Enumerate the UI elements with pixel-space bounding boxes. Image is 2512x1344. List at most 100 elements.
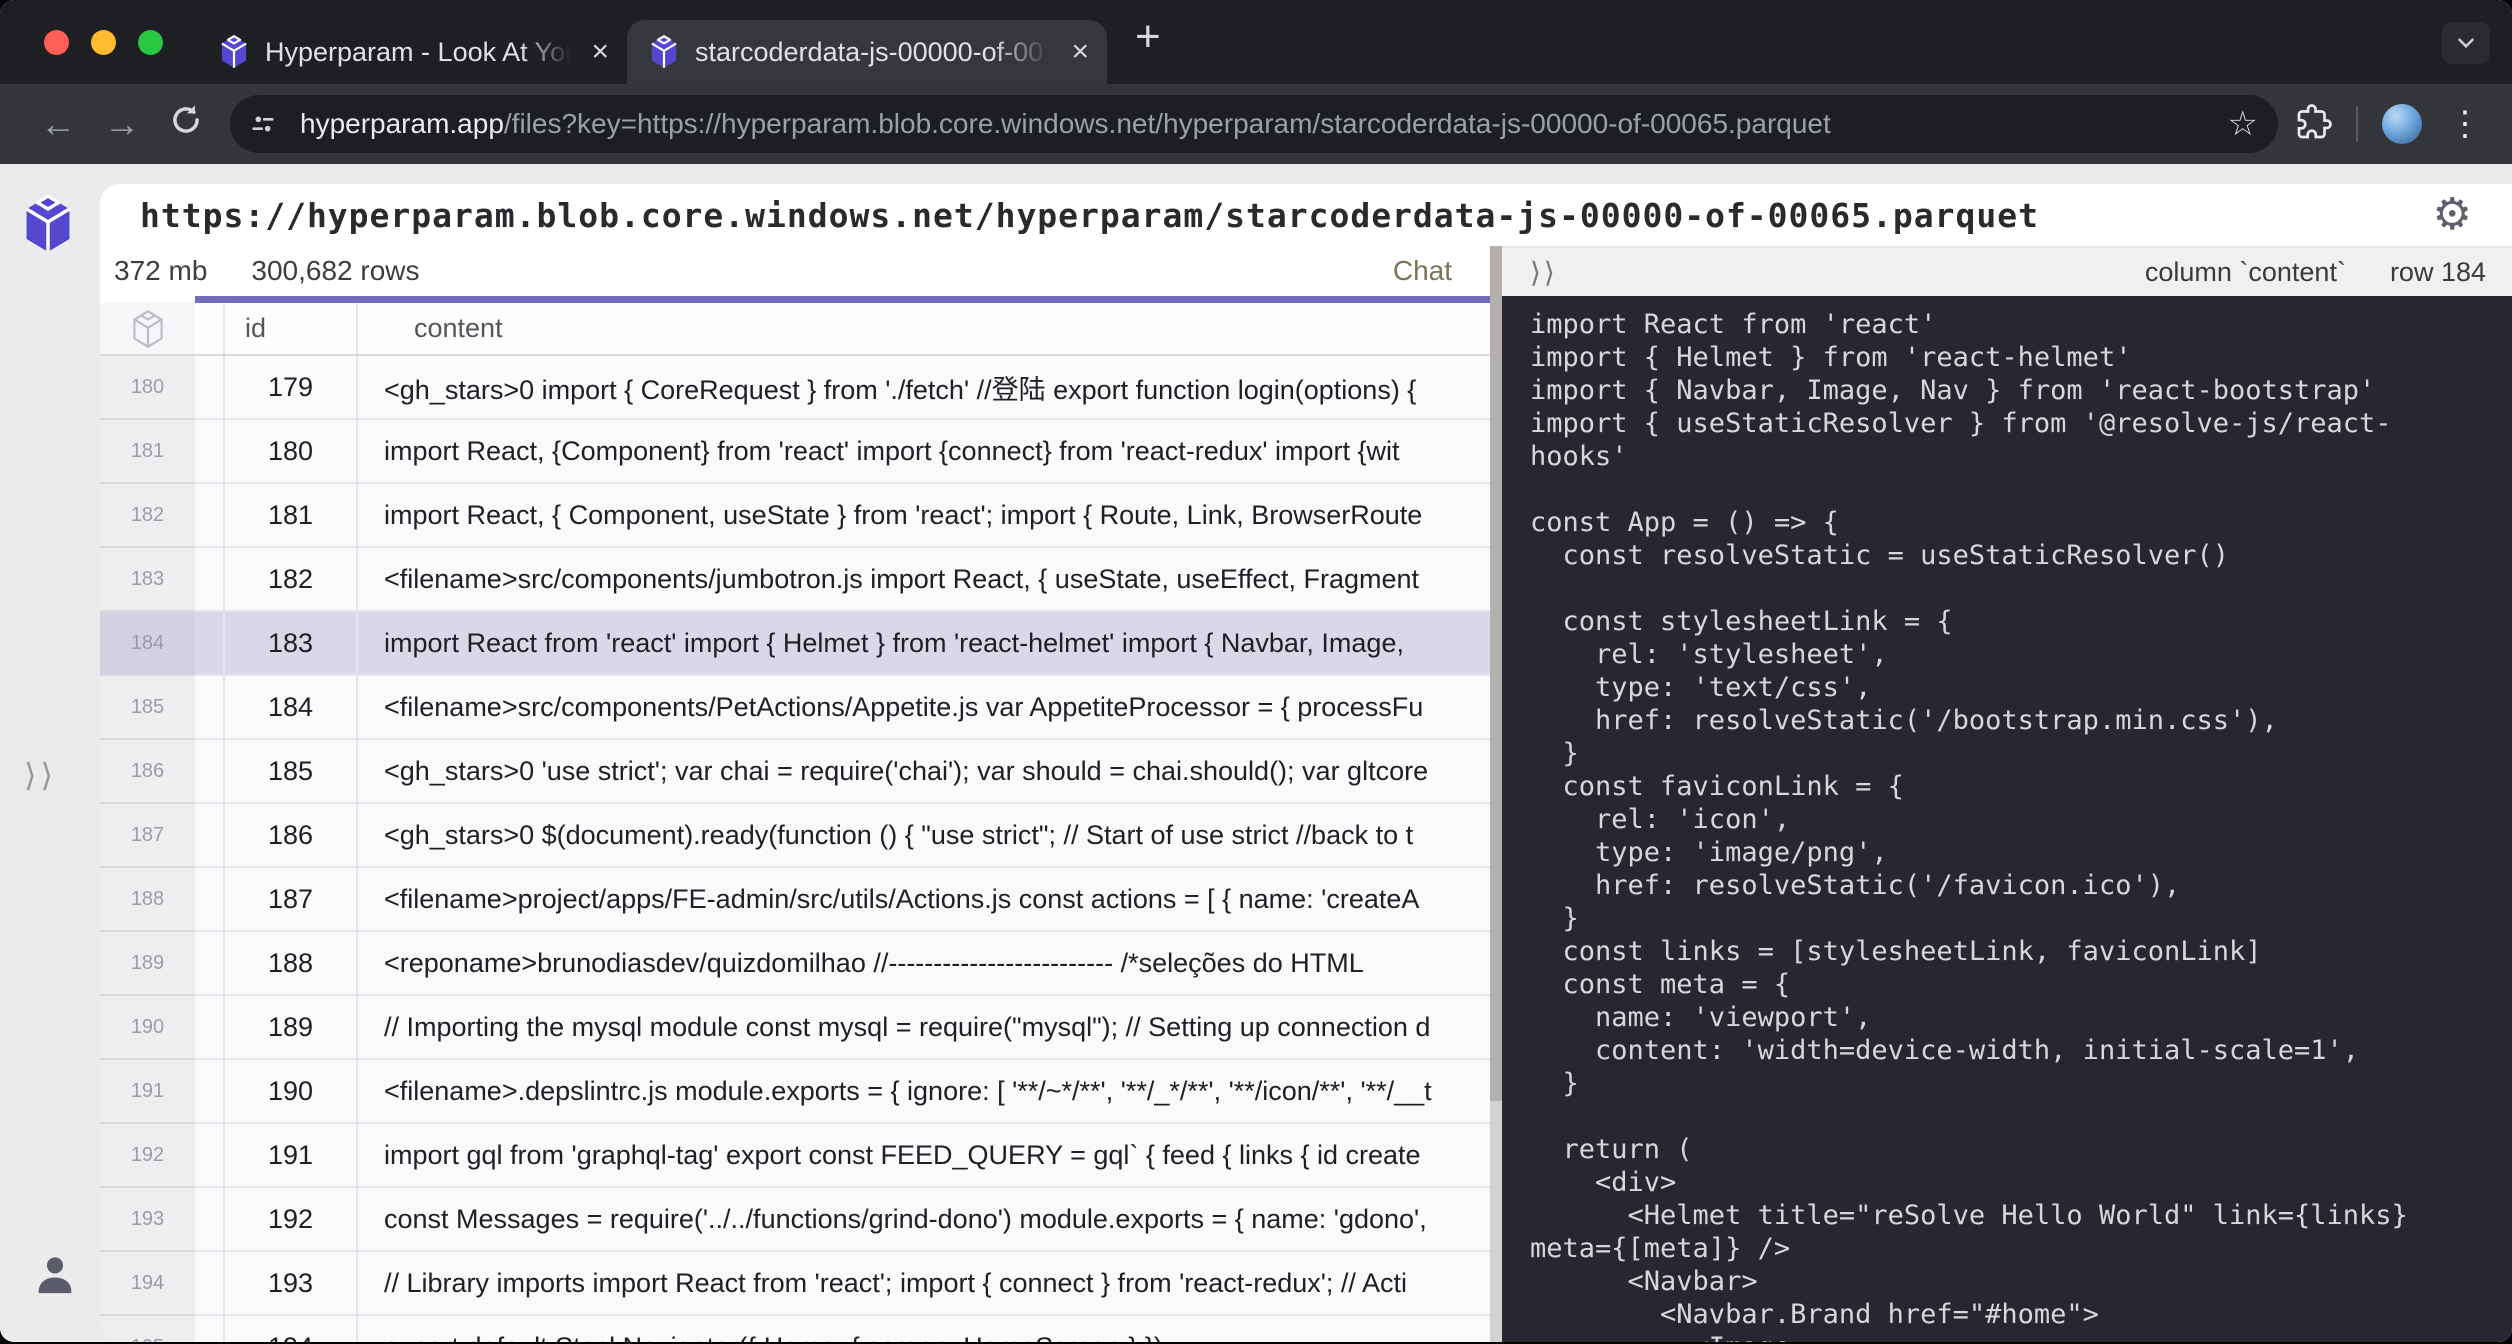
table-row[interactable]: 193 192 const Messages = require('../../… <box>100 1188 1490 1252</box>
cell-content[interactable]: import React, { Component, useState } fr… <box>358 484 1490 548</box>
user-icon[interactable] <box>32 1249 78 1304</box>
detail-row-label: row 184 <box>2390 257 2486 288</box>
cell-detail-panel: ⟩⟩ column `content` row 184 import React… <box>1502 246 2512 1342</box>
cell-id[interactable]: 182 <box>225 548 358 612</box>
row-number[interactable]: 185 <box>100 676 195 740</box>
cell-id[interactable]: 184 <box>225 676 358 740</box>
tab-search-button[interactable] <box>2442 22 2490 64</box>
table-row[interactable]: 194 193 // Library imports import React … <box>100 1252 1490 1316</box>
tab-hyperparam[interactable]: Hyperparam - Look At Your Da × <box>197 20 627 84</box>
row-number[interactable]: 180 <box>100 356 195 420</box>
row-number[interactable]: 190 <box>100 996 195 1060</box>
tab-starcoderdata[interactable]: starcoderdata-js-00000-of-00 × <box>627 20 1107 84</box>
cell-id[interactable]: 186 <box>225 804 358 868</box>
cell-content[interactable]: <gh_stars>0 import { CoreRequest } from … <box>358 356 1490 420</box>
table-row[interactable]: 191 190 <filename>.depslintrc.js module.… <box>100 1060 1490 1124</box>
cell-id[interactable]: 191 <box>225 1124 358 1188</box>
table-row[interactable]: 183 182 <filename>src/components/jumbotr… <box>100 548 1490 612</box>
cell-content[interactable]: <filename>.depslintrc.js module.exports … <box>358 1060 1490 1124</box>
row-number[interactable]: 192 <box>100 1124 195 1188</box>
gear-icon[interactable]: ⚙ <box>2433 193 2472 237</box>
table-row[interactable]: 185 184 <filename>src/components/PetActi… <box>100 676 1490 740</box>
row-number[interactable]: 193 <box>100 1188 195 1252</box>
row-number[interactable]: 188 <box>100 868 195 932</box>
omnibox[interactable]: hyperparam.app/files?key=https://hyperpa… <box>230 95 2278 153</box>
bookmark-star-icon[interactable]: ☆ <box>2228 104 2258 144</box>
cell-id[interactable]: 188 <box>225 932 358 996</box>
cell-id[interactable]: 179 <box>225 356 358 420</box>
back-button[interactable]: ← <box>30 103 86 145</box>
table-row[interactable]: 195 194 export default StackNavigator({ … <box>100 1316 1490 1342</box>
site-settings-icon[interactable] <box>240 101 286 147</box>
table-body: 180 179 <gh_stars>0 import { CoreRequest… <box>100 356 1490 1342</box>
reload-button[interactable] <box>158 101 214 148</box>
close-tab-icon[interactable]: × <box>591 35 609 69</box>
chat-button[interactable]: Chat <box>1393 255 1490 287</box>
cell-code-text: import React from 'react' import { Helme… <box>1502 296 2512 1342</box>
row-number[interactable]: 182 <box>100 484 195 548</box>
column-header-content[interactable]: content <box>358 303 1490 354</box>
row-spacer-cell <box>195 1188 225 1252</box>
table-row[interactable]: 180 179 <gh_stars>0 import { CoreRequest… <box>100 356 1490 420</box>
close-tab-icon[interactable]: × <box>1071 35 1089 69</box>
cell-id[interactable]: 187 <box>225 868 358 932</box>
row-count-label: 300,682 rows <box>251 255 419 287</box>
cell-content-viewer[interactable]: import React from 'react' import { Helme… <box>1502 296 2512 1342</box>
table-row[interactable]: 187 186 <gh_stars>0 $(document).ready(fu… <box>100 804 1490 868</box>
column-header-id[interactable]: id <box>225 303 358 354</box>
cell-content[interactable]: export default StackNavigator({ Home: { … <box>358 1316 1490 1342</box>
table-row[interactable]: 182 181 import React, { Component, useSt… <box>100 484 1490 548</box>
table-row[interactable]: 192 191 import gql from 'graphql-tag' ex… <box>100 1124 1490 1188</box>
cell-id[interactable]: 180 <box>225 420 358 484</box>
cell-content[interactable]: <gh_stars>0 'use strict'; var chai = req… <box>358 740 1490 804</box>
cell-id[interactable]: 192 <box>225 1188 358 1252</box>
cell-content[interactable]: import React from 'react' import { Helme… <box>358 612 1490 676</box>
table-row[interactable]: 188 187 <filename>project/apps/FE-admin/… <box>100 868 1490 932</box>
row-number[interactable]: 186 <box>100 740 195 804</box>
cell-id[interactable]: 193 <box>225 1252 358 1316</box>
cell-content[interactable]: // Importing the mysql module const mysq… <box>358 996 1490 1060</box>
cell-content[interactable]: import gql from 'graphql-tag' export con… <box>358 1124 1490 1188</box>
table-row[interactable]: 189 188 <reponame>brunodiasdev/quizdomil… <box>100 932 1490 996</box>
row-number[interactable]: 189 <box>100 932 195 996</box>
row-number[interactable]: 187 <box>100 804 195 868</box>
hyperparam-logo[interactable] <box>22 194 74 254</box>
row-number[interactable]: 181 <box>100 420 195 484</box>
cell-content[interactable]: import React, {Component} from 'react' i… <box>358 420 1490 484</box>
cell-id[interactable]: 185 <box>225 740 358 804</box>
cell-id[interactable]: 194 <box>225 1316 358 1342</box>
toolbar-separator <box>2356 106 2358 142</box>
profile-avatar[interactable] <box>2382 104 2422 144</box>
cell-id[interactable]: 190 <box>225 1060 358 1124</box>
cell-id[interactable]: 181 <box>225 484 358 548</box>
panel-collapse-icon[interactable]: ⟩⟩ <box>1530 256 1558 289</box>
table-row[interactable]: 181 180 import React, {Component} from '… <box>100 420 1490 484</box>
cell-id[interactable]: 189 <box>225 996 358 1060</box>
row-number[interactable]: 184 <box>100 612 195 676</box>
table-row[interactable]: 190 189 // Importing the mysql module co… <box>100 996 1490 1060</box>
row-number[interactable]: 183 <box>100 548 195 612</box>
maximize-window-button[interactable] <box>138 30 163 55</box>
cell-content[interactable]: <gh_stars>0 $(document).ready(function (… <box>358 804 1490 868</box>
minimize-window-button[interactable] <box>91 30 116 55</box>
row-number[interactable]: 194 <box>100 1252 195 1316</box>
cell-content[interactable]: <reponame>brunodiasdev/quizdomilhao //--… <box>358 932 1490 996</box>
new-tab-button[interactable]: + <box>1135 12 1161 62</box>
panel-splitter[interactable] <box>1490 246 1502 1342</box>
row-number[interactable]: 195 <box>100 1316 195 1342</box>
cell-content[interactable]: <filename>src/components/PetActions/Appe… <box>358 676 1490 740</box>
browser-menu-icon[interactable]: ⋮ <box>2440 104 2490 144</box>
forward-button[interactable]: → <box>94 103 150 145</box>
table-row[interactable]: 186 185 <gh_stars>0 'use strict'; var ch… <box>100 740 1490 804</box>
cell-id[interactable]: 183 <box>225 612 358 676</box>
extensions-icon[interactable] <box>2296 104 2332 145</box>
cell-content[interactable]: <filename>project/apps/FE-admin/src/util… <box>358 868 1490 932</box>
table-row[interactable]: 184 183 import React from 'react' import… <box>100 612 1490 676</box>
cell-content[interactable]: <filename>src/components/jumbotron.js im… <box>358 548 1490 612</box>
row-spacer-cell <box>195 1316 225 1342</box>
close-window-button[interactable] <box>44 30 69 55</box>
sidebar-expand-icon[interactable]: ⟩⟩ <box>24 756 57 794</box>
row-number[interactable]: 191 <box>100 1060 195 1124</box>
cell-content[interactable]: // Library imports import React from 're… <box>358 1252 1490 1316</box>
cell-content[interactable]: const Messages = require('../../function… <box>358 1188 1490 1252</box>
